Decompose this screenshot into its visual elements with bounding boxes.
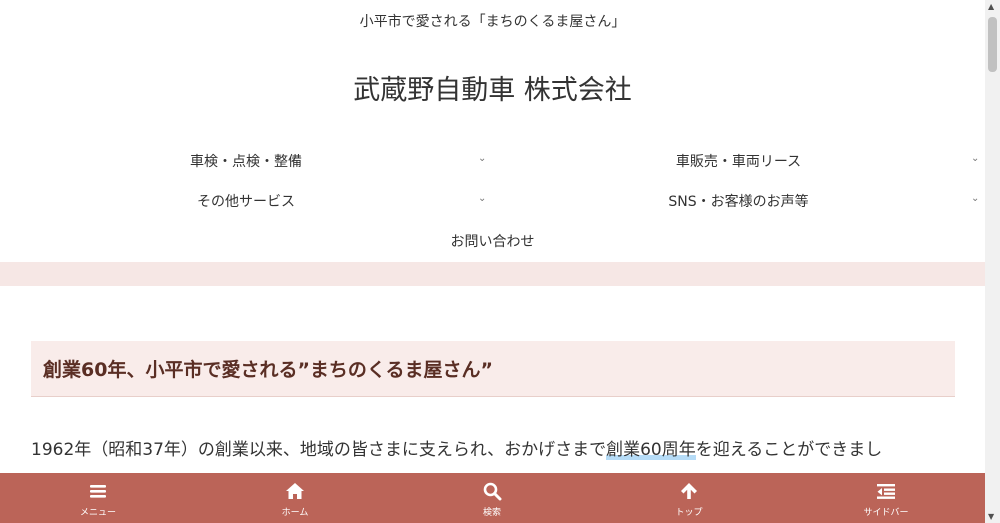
nav-item-label: SNS・お客様のお声等 xyxy=(668,194,809,210)
footer-sidebar-button[interactable]: サイドバー xyxy=(826,473,946,523)
site-header: 小平市で愛される「まちのくるま屋さん」 武蔵野自動車 株式会社 車検・点検・整備… xyxy=(0,0,985,262)
article-heading: 創業60年、小平市で愛される”まちのくるま屋さん” xyxy=(43,359,494,381)
nav-item-contact[interactable]: お問い合わせ xyxy=(0,231,985,251)
nav-item-inspection[interactable]: 車検・点検・整備 ⌄ xyxy=(0,151,492,171)
scroll-down-arrow-icon[interactable]: ▼ xyxy=(988,512,994,521)
footer-menu-label: メニュー xyxy=(79,508,116,518)
scroll-up-arrow-icon[interactable]: ▲ xyxy=(988,2,994,11)
footer-top-label: トップ xyxy=(675,508,703,518)
chevron-down-icon[interactable]: ⌄ xyxy=(478,153,486,164)
sidebar-icon xyxy=(877,484,895,499)
mobile-footer-menu: メニュー ホーム 検索 トップ サイドバー xyxy=(0,473,985,523)
search-icon xyxy=(483,482,502,501)
footer-search-label: 検索 xyxy=(482,508,501,518)
nav-item-other-services[interactable]: その他サービス ⌄ xyxy=(0,191,492,211)
article-paragraph: 1962年（昭和37年）の創業以来、地域の皆さまに支えられ、おかげさまで創業60… xyxy=(31,435,882,460)
vertical-scrollbar[interactable]: ▲ ▼ xyxy=(985,0,1000,523)
scrollbar-thumb[interactable] xyxy=(988,17,997,72)
footer-top-button[interactable]: トップ xyxy=(629,473,749,523)
nav-item-sns[interactable]: SNS・お客様のお声等 ⌄ xyxy=(492,191,985,211)
chevron-down-icon[interactable]: ⌄ xyxy=(971,193,979,204)
footer-home-button[interactable]: ホーム xyxy=(235,473,355,523)
nav-item-label: その他サービス xyxy=(197,194,295,210)
paragraph-highlight: 創業60周年 xyxy=(606,440,696,460)
paragraph-text: 1962年（昭和37年）の創業以来、地域の皆さまに支えられ、おかげさまで xyxy=(31,440,607,460)
article-heading-box: 創業60年、小平市で愛される”まちのくるま屋さん” xyxy=(31,341,955,397)
nav-item-sales[interactable]: 車販売・車両リース ⌄ xyxy=(492,151,985,171)
footer-menu-button[interactable]: メニュー xyxy=(38,473,158,523)
home-icon xyxy=(286,483,304,499)
arrow-up-icon xyxy=(681,483,697,499)
nav-item-label: 車販売・車両リース xyxy=(675,154,802,170)
menu-icon xyxy=(90,485,106,498)
paragraph-text: を迎えることができまし xyxy=(695,440,883,460)
chevron-down-icon[interactable]: ⌄ xyxy=(478,193,486,204)
nav-item-label: 車検・点検・整備 xyxy=(190,154,302,170)
site-tagline: 小平市で愛される「まちのくるま屋さん」 xyxy=(359,14,626,30)
footer-sidebar-label: サイドバー xyxy=(863,508,909,518)
footer-home-label: ホーム xyxy=(281,508,309,518)
footer-search-button[interactable]: 検索 xyxy=(432,473,552,523)
chevron-down-icon[interactable]: ⌄ xyxy=(971,153,979,164)
site-title[interactable]: 武蔵野自動車 株式会社 xyxy=(0,68,985,107)
nav-item-label: お問い合わせ xyxy=(450,234,535,250)
